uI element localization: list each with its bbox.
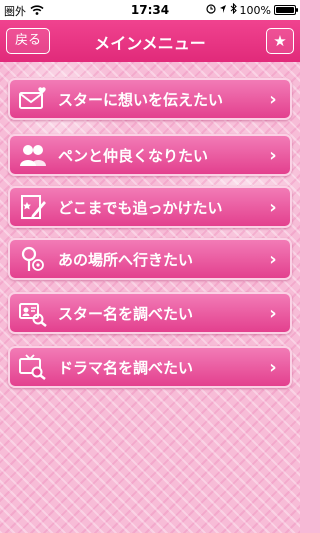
navigation-bar: 戻る メインメニュー ★ xyxy=(0,20,300,62)
menu-item-message-star[interactable]: スターに想いを伝えたい › xyxy=(8,78,292,120)
menu-item-follow[interactable]: どこまでも追っかけたい › xyxy=(8,186,292,228)
menu-item-label: スターに想いを伝えたい xyxy=(58,90,224,109)
people-icon xyxy=(18,140,48,170)
menu-item-search-star[interactable]: スター名を調べたい › xyxy=(8,292,292,334)
profile-search-icon xyxy=(18,298,48,328)
alarm-icon xyxy=(205,3,216,17)
chevron-right-icon: › xyxy=(269,144,277,166)
chevron-right-icon: › xyxy=(269,196,277,218)
pen-note-icon xyxy=(18,192,48,222)
menu-content: スターに想いを伝えたい › ペンと仲良くなりたい › どこまでも追っかけたい › xyxy=(0,62,300,533)
tv-search-icon xyxy=(18,352,48,382)
location-icon xyxy=(219,4,227,17)
page-title: メインメニュー xyxy=(94,34,206,53)
chevron-right-icon: › xyxy=(269,248,277,270)
menu-item-go-place[interactable]: あの場所へ行きたい › xyxy=(8,238,292,280)
chevron-right-icon: › xyxy=(269,302,277,324)
star-icon: ★ xyxy=(273,32,287,50)
battery-icon xyxy=(274,5,298,15)
status-bar: 圏外 17:34 100% xyxy=(0,0,300,20)
battery-level xyxy=(276,7,294,13)
menu-item-label: スター名を調べたい xyxy=(58,304,194,323)
favorites-button[interactable]: ★ xyxy=(266,28,294,54)
menu-item-label: ドラマ名を調べたい xyxy=(58,358,194,377)
menu-item-label: あの場所へ行きたい xyxy=(58,250,194,269)
map-pin-icon xyxy=(18,244,48,274)
battery-text: 100% xyxy=(239,3,271,17)
chevron-right-icon: › xyxy=(269,88,277,110)
bluetooth-icon xyxy=(230,2,237,17)
status-right: 100% xyxy=(205,2,298,17)
menu-item-label: どこまでも追っかけたい xyxy=(58,198,223,217)
menu-item-make-friends[interactable]: ペンと仲良くなりたい › xyxy=(8,134,292,176)
envelope-icon xyxy=(18,84,48,114)
menu-item-search-drama[interactable]: ドラマ名を調べたい › xyxy=(8,346,292,388)
menu-item-label: ペンと仲良くなりたい xyxy=(58,146,209,165)
chevron-right-icon: › xyxy=(269,356,277,378)
